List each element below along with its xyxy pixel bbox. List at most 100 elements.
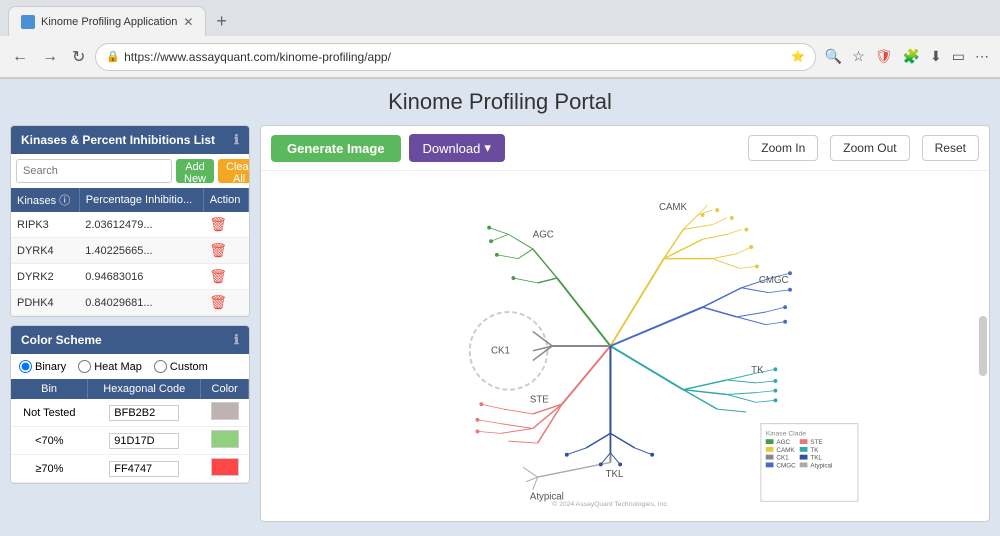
generate-image-button[interactable]: Generate Image	[271, 135, 401, 162]
col-action: Action	[203, 188, 248, 212]
delete-icon[interactable]: 🗑	[209, 216, 227, 232]
tab-title: Kinome Profiling Application	[41, 16, 177, 28]
reload-button[interactable]: ↻	[68, 45, 89, 69]
kinase-name: RIPK3	[11, 212, 79, 238]
svg-text:CMGC: CMGC	[776, 462, 796, 469]
browser-chrome: Kinome Profiling Application ✕ + ← → ↻ 🔒…	[0, 0, 1000, 79]
color-swatch	[211, 458, 239, 476]
bookmark-icon[interactable]: ☆	[849, 45, 868, 68]
reset-button[interactable]: Reset	[922, 135, 979, 161]
col-inhibition: Percentage Inhibitio...	[79, 188, 203, 212]
nav-icons: 🔍 ☆ 🛡 🧩 ⬇ ▭ ⋯	[822, 45, 992, 68]
tab-close-button[interactable]: ✕	[183, 15, 193, 29]
search-icon[interactable]: 🔍	[822, 45, 845, 68]
back-button[interactable]: ←	[8, 46, 32, 68]
kinases-info-icon[interactable]: ℹ	[234, 132, 239, 148]
kinase-name: DYRK4	[11, 238, 79, 264]
kinase-action[interactable]: 🗑	[203, 212, 248, 238]
agc-label: AGC	[533, 229, 554, 240]
kinases-header-label: Kinases & Percent Inhibitions List	[21, 133, 215, 147]
color-row: ≥70%	[11, 455, 249, 483]
kinase-action[interactable]: 🗑	[203, 264, 248, 290]
delete-icon[interactable]: 🗑	[209, 268, 227, 284]
tk-label: TK	[751, 365, 764, 376]
color-swatch-cell	[201, 455, 249, 483]
bin-label: Not Tested	[11, 399, 88, 427]
delete-icon[interactable]: 🗑	[209, 294, 227, 310]
svg-text:TK: TK	[810, 447, 819, 454]
color-scheme-header: Color Scheme ℹ	[11, 326, 249, 354]
forward-button[interactable]: →	[38, 46, 62, 68]
tree-footer: © 2024 AssayQuant Technologies, Inc.	[552, 500, 669, 508]
svg-text:CK1: CK1	[776, 455, 789, 462]
scrollbar-indicator[interactable]	[979, 316, 987, 376]
clear-all-button[interactable]: Clear All	[218, 159, 250, 183]
ste-label: STE	[530, 394, 549, 405]
active-tab[interactable]: Kinome Profiling Application ✕	[8, 6, 206, 36]
kinome-tree-svg: CAMK AGC	[271, 181, 979, 511]
color-table: Bin Hexagonal Code Color Not Tested <70%	[11, 379, 249, 483]
col-hex: Hexagonal Code	[88, 379, 201, 399]
kinase-name: DYRK2	[11, 264, 79, 290]
color-row: Not Tested	[11, 399, 249, 427]
legend-title: Kinase Clade	[766, 430, 807, 437]
col-color: Color	[201, 379, 249, 399]
color-row: <70%	[11, 427, 249, 455]
hex-value[interactable]	[88, 455, 201, 483]
table-row: DYRK2 0.94683016 🗑	[11, 264, 249, 290]
color-scheme-label: Color Scheme	[21, 333, 102, 347]
download-label: Download	[423, 141, 481, 156]
kinase-action[interactable]: 🗑	[203, 238, 248, 264]
right-panel: Generate Image Download ▾ Zoom In Zoom O…	[260, 125, 990, 522]
hex-value[interactable]	[88, 399, 201, 427]
kinase-name: PDHK4	[11, 290, 79, 316]
color-swatch-cell	[201, 427, 249, 455]
kinase-value: 1.40225665...	[79, 238, 203, 264]
add-new-button[interactable]: Add New	[176, 159, 214, 183]
kinase-action[interactable]: 🗑	[203, 290, 248, 316]
color-swatch	[211, 402, 239, 420]
menu-icon[interactable]: ⋯	[972, 45, 992, 68]
dropdown-arrow-icon: ▾	[484, 140, 491, 156]
page-title: Kinome Profiling Portal	[10, 89, 990, 115]
sidebar-icon[interactable]: ▭	[949, 45, 968, 68]
download-icon[interactable]: ⬇	[927, 45, 945, 68]
table-row: DYRK4 1.40225665... 🗑	[11, 238, 249, 264]
page-wrapper: Kinome Profiling Portal Kinases & Percen…	[0, 79, 1000, 536]
kinase-value: 2.03612479...	[79, 212, 203, 238]
extension-icon[interactable]: 🧩	[900, 45, 923, 68]
kinases-header: Kinases & Percent Inhibitions List ℹ	[11, 126, 249, 154]
bin-label: ≥70%	[11, 455, 88, 483]
address-bar[interactable]: 🔒 https://www.assayquant.com/kinome-prof…	[95, 43, 815, 71]
kinases-section: Kinases & Percent Inhibitions List ℹ Add…	[10, 125, 250, 317]
hex-value[interactable]	[88, 427, 201, 455]
navigation-bar: ← → ↻ 🔒 https://www.assayquant.com/kinom…	[0, 36, 1000, 78]
radio-group: Binary Heat Map Custom	[11, 354, 249, 379]
left-panel: Kinases & Percent Inhibitions List ℹ Add…	[10, 125, 250, 522]
search-toolbar: Add New Clear All ⬆ Import	[11, 154, 249, 188]
radio-binary[interactable]: Binary	[19, 360, 66, 373]
kinase-value: 0.84029681...	[79, 290, 203, 316]
svg-text:STE: STE	[810, 439, 822, 446]
col-kinases: Kinases ⓘ	[11, 188, 79, 212]
bin-label: <70%	[11, 427, 88, 455]
zoom-in-button[interactable]: Zoom In	[748, 135, 818, 161]
svg-text:CAMK: CAMK	[776, 447, 795, 454]
table-row: RIPK3 2.03612479... 🗑	[11, 212, 249, 238]
color-swatch-cell	[201, 399, 249, 427]
svg-text:AGC: AGC	[776, 439, 790, 446]
tab-bar: Kinome Profiling Application ✕ +	[0, 0, 1000, 36]
search-input[interactable]	[16, 159, 172, 183]
color-swatch	[211, 430, 239, 448]
ck1-label: CK1	[491, 346, 510, 357]
color-scheme-info-icon[interactable]: ℹ	[234, 332, 239, 348]
svg-text:TKL: TKL	[810, 455, 822, 462]
color-scheme-section: Color Scheme ℹ Binary Heat Map Custom	[10, 325, 250, 484]
download-button[interactable]: Download ▾	[409, 134, 505, 162]
delete-icon[interactable]: 🗑	[209, 242, 227, 258]
shield-icon[interactable]: 🛡	[872, 45, 896, 68]
radio-custom[interactable]: Custom	[154, 360, 208, 373]
new-tab-button[interactable]: +	[210, 10, 233, 32]
radio-heatmap[interactable]: Heat Map	[78, 360, 142, 373]
zoom-out-button[interactable]: Zoom Out	[830, 135, 909, 161]
